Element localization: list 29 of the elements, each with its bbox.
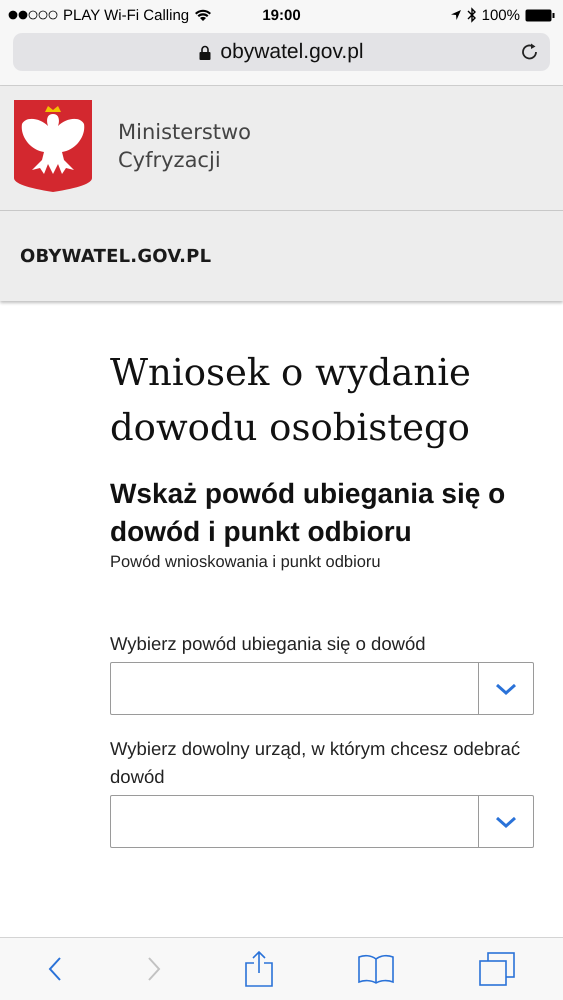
page-title: Wniosek o wydanie dowodu osobistego <box>110 350 472 451</box>
bluetooth-icon <box>466 7 477 23</box>
carrier-name: PLAY Wi-Fi Calling <box>63 6 190 24</box>
battery-percentage: 100% <box>482 6 520 24</box>
location-arrow-icon <box>450 9 462 21</box>
wifi-icon <box>194 8 212 22</box>
section-heading: Wskaż powód ubiegania się o dowód i punkt odbioru <box>110 477 506 549</box>
signal-icon <box>8 10 58 20</box>
field-label: Wybierz dowolny urząd, w którym chcesz odebrać dowód <box>110 737 522 789</box>
battery-icon <box>525 8 555 22</box>
ministry-name: Cyfryzacji <box>118 147 222 174</box>
chevron-down-icon <box>495 816 517 828</box>
lock-icon <box>199 44 212 60</box>
clock-time: 19:00 <box>262 6 301 24</box>
section-subtitle: Powód wnioskowania i punkt odbioru <box>110 553 382 572</box>
eagle-emblem-icon <box>14 100 92 192</box>
dropdown-field[interactable] <box>110 795 534 848</box>
address-bar[interactable]: obywatel.gov.pl <box>13 33 550 71</box>
url-text: obywatel.gov.pl <box>220 40 364 64</box>
tabs-icon[interactable] <box>478 952 515 986</box>
ministry-name: Ministerstwo <box>118 119 252 146</box>
dropdown-field[interactable] <box>110 662 534 715</box>
book-icon[interactable] <box>358 954 394 984</box>
site-name[interactable]: OBYWATEL.GOV.PL <box>0 211 563 301</box>
field-label: Wybierz powód ubiegania się o dowód <box>110 632 427 656</box>
back-icon[interactable] <box>48 957 62 981</box>
reload-icon[interactable] <box>520 42 540 62</box>
chevron-down-icon <box>495 682 517 694</box>
share-icon[interactable] <box>245 951 274 987</box>
